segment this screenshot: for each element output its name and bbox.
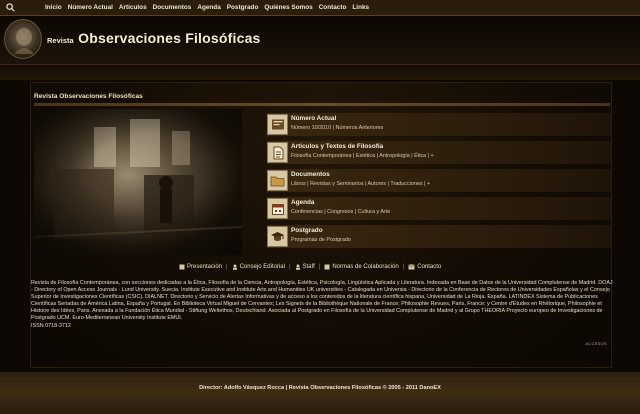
nav-inicio[interactable]: Inicio [42,4,65,11]
book-icon [267,114,288,135]
menu-item-title[interactable]: Artículos y Textos de Filosofía [291,143,383,150]
link-consejo-editorial[interactable]: Consejo Editorial [232,264,285,270]
link-normas-colaboracion[interactable]: Normas de Colaboración [324,264,399,270]
link-staff[interactable]: Staff [295,264,315,270]
photo-vignette [34,109,242,255]
section-divider [34,103,610,106]
info-links-row: Presentación | Consejo Editorial | Staff… [179,264,441,270]
footer-band [0,372,640,414]
menu-item-title[interactable]: Documentos [291,171,330,178]
nav-articulos[interactable]: Artículos [116,4,150,11]
menu-item-title[interactable]: Número Actual [291,115,336,122]
menu-item-subtitle[interactable]: Conferencias | Congresos | Cultura y Art… [291,209,390,215]
header-band [0,64,640,80]
link-label[interactable]: Presentación [187,264,222,270]
search-icon[interactable] [4,2,16,14]
link-label[interactable]: Normas de Colaboración [332,264,398,270]
menu-item-subtitle[interactable]: Programas de Postgrado [291,237,351,243]
calendar-icon [267,198,288,219]
folder-icon [267,170,288,191]
menu-item-title[interactable]: Agenda [291,199,314,206]
menu-item-articulos[interactable]: Artículos y Textos de Filosofía Filosofí… [267,141,611,164]
nav-numero-actual[interactable]: Número Actual [65,4,116,11]
site-logo[interactable] [4,19,42,59]
link-presentacion[interactable]: Presentación [179,264,222,270]
menu-item-agenda[interactable]: Agenda Conferencias | Congresos | Cultur… [267,197,611,220]
separator: | [288,264,291,270]
journal-description: Revista de Filosofía Contemporánea, con … [31,280,613,330]
issn-text: ISSN 0718-3712 [31,322,71,329]
menu-item-subtitle[interactable]: Número 10/2010 | Números Anteriores [291,125,383,131]
menu-item-postgrado[interactable]: Postgrado Programas de Postgrado [267,225,611,248]
link-label[interactable]: Staff [303,264,315,270]
document-icon [179,264,185,270]
site-title-prefix: Revista [47,36,74,45]
nav-postgrado[interactable]: Postgrado [224,4,262,11]
separator: | [318,264,321,270]
site-header: Revista Observaciones Filosóficas [0,16,640,64]
section-title: Revista Observaciones Filosóficas [34,93,143,100]
featured-photo [34,109,242,255]
menu-item-title[interactable]: Postgrado [291,227,323,234]
link-label[interactable]: Contacto [417,264,441,270]
nav-quienes-somos[interactable]: Quiénes Somos [261,4,315,11]
visit-counter: ACCESOS [585,341,607,346]
site-title-main: Observaciones Filosóficas [78,30,261,46]
main-nav: Inicio Número Actual Artículos Documento… [42,4,372,11]
section-menu: Número Actual Número 10/2010 | Números A… [267,113,611,253]
menu-item-subtitle[interactable]: Libros | Revistas y Seminarios | Autores… [291,181,430,187]
menu-item-subtitle[interactable]: Filosofía Contemporánea | Estética | Ant… [291,153,434,159]
top-nav-bar: Inicio Número Actual Artículos Documento… [0,0,640,16]
nav-documentos[interactable]: Documentos [150,4,195,11]
separator: | [402,264,405,270]
description-text: Revista de Filosofía Contemporánea, con … [31,280,613,322]
person-icon [232,264,237,270]
separator: | [226,264,228,270]
link-contacto[interactable]: Contacto [408,264,441,270]
nav-links[interactable]: Links [349,4,372,11]
nav-agenda[interactable]: Agenda [194,4,223,11]
menu-item-documentos[interactable]: Documentos Libros | Revistas y Seminario… [267,169,611,192]
document-icon [267,142,288,163]
footer-credits: Director: Adolfo Vásquez Rocca | Revista… [199,385,441,391]
site-title: Revista Observaciones Filosóficas [47,30,261,48]
nav-contacto[interactable]: Contacto [316,4,350,11]
person-icon [295,264,300,270]
menu-item-numero-actual[interactable]: Número Actual Número 10/2010 | Números A… [267,113,611,136]
envelope-icon [408,264,415,270]
graduation-cap-icon [267,226,288,247]
link-label[interactable]: Consejo Editorial [240,264,285,270]
main-panel: Revista Observaciones Filosóficas Número… [30,82,613,368]
document-icon [324,264,330,270]
